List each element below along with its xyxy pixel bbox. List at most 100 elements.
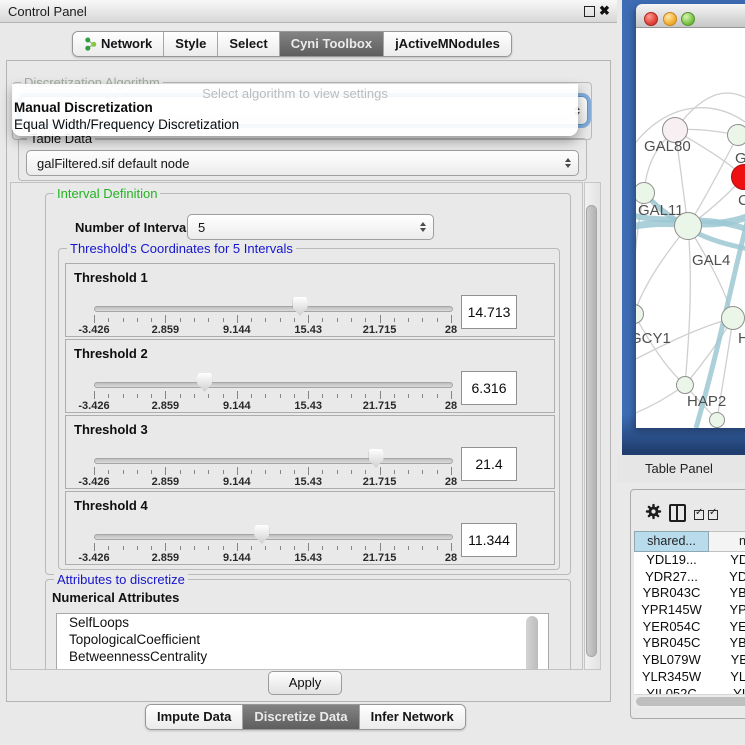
table-row[interactable]: YBR043CYBR0 — [634, 585, 745, 602]
column-header[interactable]: na — [709, 531, 745, 552]
tab-jactivemnodules[interactable]: jActiveMNodules — [384, 32, 511, 56]
table-cell: YBL079W — [634, 652, 709, 669]
slider-thumb[interactable] — [197, 373, 212, 392]
checkbox-icon[interactable] — [708, 510, 718, 520]
attribute-list-item[interactable]: SelfLoops — [57, 614, 548, 631]
threshold-value-field[interactable]: 11.344 — [461, 523, 517, 557]
table-hscrollbar-track[interactable] — [634, 694, 745, 708]
top-tab-bar: NetworkStyleSelectCyni ToolboxjActiveMNo… — [72, 31, 512, 57]
attribute-list-item[interactable]: TopologicalCoefficient — [57, 631, 548, 648]
apply-button[interactable]: Apply — [268, 671, 342, 695]
network-node[interactable] — [721, 306, 745, 330]
attributes-scrollbar-thumb[interactable] — [526, 616, 538, 670]
slider-track[interactable] — [94, 306, 453, 312]
network-node[interactable] — [709, 412, 725, 428]
tab-discretize-data[interactable]: Discretize Data — [243, 705, 359, 729]
slider-track[interactable] — [94, 458, 453, 464]
table-row[interactable]: YER054CYER0 — [634, 619, 745, 636]
table-row[interactable]: YDL19...YDL1 — [634, 552, 745, 569]
tick-mark — [365, 546, 366, 550]
threshold-value-field[interactable]: 21.4 — [461, 447, 517, 481]
number-of-intervals-combobox[interactable]: 5 — [187, 214, 434, 240]
tick-mark — [265, 470, 266, 474]
tick-mark — [137, 546, 138, 550]
threshold-panel: Threshold 1-3.4262.8599.14415.4321.71528… — [65, 263, 555, 337]
bottom-tab-bar: Impute DataDiscretize DataInfer Network — [145, 704, 466, 730]
tick-mark — [351, 394, 352, 398]
slider-thumb[interactable] — [369, 449, 384, 468]
close-icon[interactable]: ✖ — [599, 3, 610, 19]
scale-label: 28 — [445, 324, 457, 336]
slider-track[interactable] — [94, 534, 453, 540]
tick-mark — [151, 394, 152, 398]
close-traffic-light[interactable] — [644, 12, 658, 26]
threshold-value-field[interactable]: 6.316 — [461, 371, 517, 405]
tick-mark — [208, 470, 209, 474]
network-canvas[interactable]: GAL80GACGAL11GAL4GCY1HHAP2 — [636, 28, 745, 428]
tab-style[interactable]: Style — [164, 32, 218, 56]
tick-mark — [422, 546, 423, 550]
network-window-titlebar[interactable] — [636, 4, 745, 28]
minimize-traffic-light[interactable] — [663, 12, 677, 26]
tick-mark — [280, 546, 281, 550]
column-visibility-icon[interactable] — [669, 504, 686, 522]
tab-impute-data[interactable]: Impute Data — [146, 705, 243, 729]
tab-infer-network[interactable]: Infer Network — [360, 705, 465, 729]
tick-mark — [137, 318, 138, 322]
threshold-panel: Threshold 2-3.4262.8599.14415.4321.71528… — [65, 339, 555, 413]
tick-mark — [223, 470, 224, 474]
table-row[interactable]: YDR27...YDR2 — [634, 569, 745, 586]
tick-mark — [237, 543, 238, 551]
tab-cyni-toolbox[interactable]: Cyni Toolbox — [280, 32, 384, 56]
table-row[interactable]: YLR345WYLR3 — [634, 669, 745, 686]
network-node[interactable] — [674, 212, 702, 240]
scale-label: 15.43 — [294, 552, 322, 564]
network-icon — [84, 37, 97, 51]
scale-label: 2.859 — [152, 400, 180, 412]
scale-label: 21.715 — [363, 400, 397, 412]
tick-mark — [437, 394, 438, 398]
tick-mark — [237, 315, 238, 323]
network-node-label: GAL80 — [644, 138, 691, 155]
tick-mark — [308, 315, 309, 323]
tick-mark — [437, 546, 438, 550]
tick-mark — [265, 394, 266, 398]
number-of-intervals-label: Number of Intervals — [75, 220, 197, 235]
slider-thumb[interactable] — [254, 525, 269, 544]
settings-scrollbar-thumb[interactable] — [586, 205, 597, 657]
table-row[interactable]: YPR145WYPR1 — [634, 602, 745, 619]
table-row[interactable]: YBR045CYBR0 — [634, 635, 745, 652]
checkbox-icons[interactable] — [694, 507, 722, 525]
table-data-value: galFiltered.sif default node — [37, 151, 189, 175]
attribute-list-item[interactable]: BetweennessCentrality — [57, 648, 548, 665]
table-hscrollbar-thumb[interactable] — [636, 697, 745, 706]
attributes-list[interactable]: SelfLoopsTopologicalCoefficientBetweenne… — [56, 613, 549, 670]
attributes-group: Attributes to discretize Numerical Attri… — [45, 579, 571, 670]
network-node[interactable] — [727, 124, 745, 146]
threshold-panel: Threshold 3-3.4262.8599.14415.4321.71528… — [65, 415, 555, 489]
table-data-combobox[interactable]: galFiltered.sif default node — [26, 150, 579, 176]
table-panel-window: shared...na YDL19...YDL1YDR27...YDR2YBR0… — [630, 489, 745, 719]
table-row[interactable]: YIL052CYIL0 — [634, 686, 745, 695]
algorithm-option[interactable]: Manual Discretization — [14, 100, 153, 116]
tick-mark — [408, 394, 409, 398]
slider-thumb[interactable] — [293, 297, 308, 316]
float-icon[interactable] — [584, 6, 595, 17]
tab-select[interactable]: Select — [218, 32, 279, 56]
column-header[interactable]: shared... — [634, 531, 709, 552]
settings-scrollbar-track[interactable] — [584, 182, 601, 670]
tick-mark — [180, 546, 181, 550]
gear-icon[interactable] — [645, 503, 662, 520]
network-node[interactable] — [676, 376, 694, 394]
table-row[interactable]: YBL079WYBL0 — [634, 652, 745, 669]
threshold-value-field[interactable]: 14.713 — [461, 295, 517, 329]
tick-mark — [165, 543, 166, 551]
table-cell: YPR145W — [634, 602, 709, 619]
tab-network[interactable]: Network — [73, 32, 164, 56]
checkbox-icon[interactable] — [694, 510, 704, 520]
tick-mark — [365, 394, 366, 398]
tick-mark — [123, 394, 124, 398]
algorithm-option[interactable]: Equal Width/Frequency Discretization — [14, 117, 239, 133]
zoom-traffic-light[interactable] — [681, 12, 695, 26]
slider-track[interactable] — [94, 382, 453, 388]
